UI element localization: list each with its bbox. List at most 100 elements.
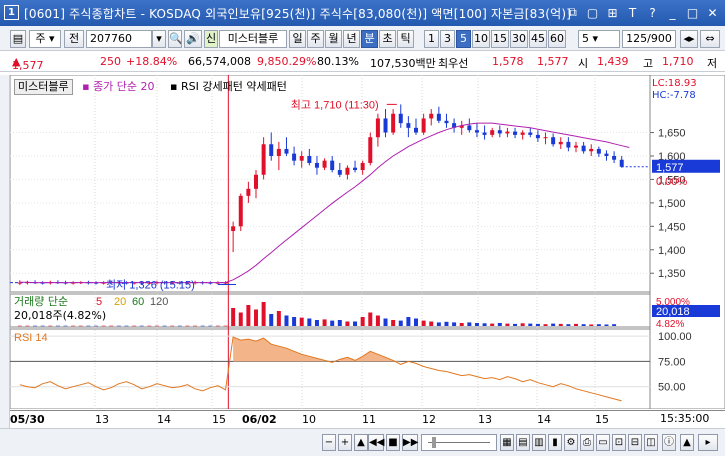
legend-ma[interactable]: ▪ 종가 단순 20 <box>82 80 154 93</box>
search-icon[interactable]: 🔍 <box>168 30 182 48</box>
volume-bar <box>482 323 487 326</box>
period-2[interactable]: 월 <box>325 30 342 48</box>
scroll-right-icon[interactable]: ▸ <box>698 434 718 451</box>
maximize-icon[interactable]: □ <box>684 4 701 21</box>
count-select[interactable]: 5 ▾ <box>578 30 620 48</box>
period-3[interactable]: 년 <box>343 30 360 48</box>
candle-body <box>375 118 380 138</box>
x-axis: 05/30 13 14 15 06/02 10 11 12 13 14 15 <box>10 410 725 428</box>
volume-bar <box>238 312 243 326</box>
legend-rsi-pattern[interactable]: ▪ RSI 강세패턴 약세패턴 <box>170 80 287 93</box>
minimize-icon[interactable]: _ <box>664 4 681 21</box>
zoom-out-icon[interactable]: − <box>322 434 336 451</box>
volume-bar <box>139 325 144 327</box>
candle-body <box>612 155 617 160</box>
candle-body <box>467 125 472 131</box>
forward-icon[interactable]: ▶▶ <box>402 434 418 451</box>
settings-icon[interactable]: ⚙ <box>564 434 578 451</box>
volume-bar <box>193 325 198 327</box>
candle-body <box>254 174 258 189</box>
rsi-tick-label: 75.00 <box>658 356 686 368</box>
period-6[interactable]: 틱 <box>397 30 414 48</box>
candle-body <box>330 160 335 171</box>
grid-icon[interactable]: ▥ <box>532 434 546 451</box>
interval-5[interactable]: 5 <box>456 30 471 48</box>
range-display: 125/900 <box>622 30 676 48</box>
candle-body <box>429 113 434 119</box>
price-tick-label: 1,650 <box>658 128 686 140</box>
split-icon[interactable]: ▤ <box>516 434 530 451</box>
volume-bar <box>200 325 205 327</box>
candle-body <box>474 130 479 133</box>
volume-bar <box>467 322 472 326</box>
interval-30[interactable]: 30 <box>510 30 528 48</box>
interval-3[interactable]: 3 <box>440 30 455 48</box>
zoom-icon[interactable]: ⇔ <box>700 30 720 48</box>
scroll-up-icon[interactable]: ▲ <box>354 434 368 451</box>
open-price: 1,439 <box>597 55 629 68</box>
period-1[interactable]: 주 <box>307 30 324 48</box>
export-icon[interactable]: ⊡ <box>612 434 626 451</box>
save-icon[interactable]: ▭ <box>596 434 610 451</box>
candle-body <box>619 159 624 167</box>
candle-body <box>353 167 358 171</box>
volume-bar <box>63 325 68 327</box>
print-icon[interactable]: ⎙ <box>580 434 594 451</box>
volume-bar <box>391 320 396 326</box>
current-pct-label: 0.00% <box>656 176 687 188</box>
layout-icon[interactable]: ▦ <box>500 434 514 451</box>
chart-type-icon[interactable]: ◫ <box>644 434 658 451</box>
menu-icon[interactable]: ▤ <box>10 30 26 48</box>
period-5[interactable]: 초 <box>379 30 396 48</box>
volume-bar <box>383 318 388 326</box>
current-time: 15:35:00 <box>660 412 710 425</box>
code-input[interactable]: 207760 <box>86 30 152 48</box>
chart-area[interactable]: 1,6501,6001,5501,5001,4501,4001,3501,577… <box>10 75 725 409</box>
interval-10[interactable]: 10 <box>472 30 490 48</box>
candle-body <box>436 113 441 121</box>
market-select[interactable]: 주 ▾ <box>29 30 61 48</box>
interval-45[interactable]: 45 <box>529 30 547 48</box>
candle-body <box>482 132 487 135</box>
x-label: 14 <box>157 413 171 426</box>
volume-axis-pct: 4.82% <box>656 319 684 330</box>
interval-60[interactable]: 60 <box>548 30 566 48</box>
info-icon[interactable]: ⓘ <box>662 434 676 451</box>
scroll-left-icon[interactable]: ◂▸ <box>680 30 698 48</box>
restore-icon[interactable]: ⧉ <box>564 4 581 21</box>
price-tick-label: 1,500 <box>658 198 686 210</box>
copy-icon[interactable]: ▢ <box>584 4 601 21</box>
candle-body <box>17 282 22 284</box>
period-4[interactable]: 분 <box>361 30 378 48</box>
close-icon[interactable]: ✕ <box>704 4 721 21</box>
table-icon[interactable]: ⊟ <box>628 434 642 451</box>
candle-body <box>383 118 388 133</box>
interval-1[interactable]: 1 <box>424 30 439 48</box>
title-bar: 1 [0601] 주식종합차트 - KOSDAQ 외국인보유[925(천)] 주… <box>0 0 725 26</box>
candle-body <box>490 130 495 135</box>
rewind-icon[interactable]: ◀◀ <box>368 434 384 451</box>
bar-chart-icon[interactable]: ▮ <box>548 434 562 451</box>
bottom-bar: − + ▲ ◀◀ ■ ▶▶ ▦ ▤ ▥ ▮ ⚙ ⎙ ▭ ⊡ ⊟ ◫ ⓘ ▲ ▸ <box>0 428 725 456</box>
code-dropdown-icon[interactable]: ▾ <box>152 30 166 48</box>
current-price-label: 1,577 <box>656 162 684 174</box>
volume-bar <box>505 323 510 326</box>
volume-bar <box>360 317 365 326</box>
toolbar: ▤ 주 ▾ 전 207760 ▾ 🔍 🔊 신 미스터블루 5 ▾ 125/900… <box>0 26 725 51</box>
candle-body <box>406 123 411 128</box>
stop-icon[interactable]: ■ <box>386 434 400 451</box>
pin-icon[interactable]: ⊞ <box>604 4 621 21</box>
speaker-icon[interactable]: 🔊 <box>184 30 202 48</box>
up-icon[interactable]: ▲ <box>680 434 694 451</box>
volume-ma-label: 120 <box>150 296 168 308</box>
font-icon[interactable]: T <box>624 4 641 21</box>
period-0[interactable]: 일 <box>289 30 306 48</box>
legend-stock[interactable]: 미스터블루 <box>14 79 73 95</box>
x-label: 13 <box>478 413 492 426</box>
help-icon[interactable]: ? <box>644 4 661 21</box>
prefix-button[interactable]: 전 <box>64 30 84 48</box>
scroll-slider[interactable] <box>421 434 497 451</box>
zoom-in-icon[interactable]: + <box>338 434 352 451</box>
interval-15[interactable]: 15 <box>491 30 509 48</box>
market-value: 주 <box>35 32 46 45</box>
